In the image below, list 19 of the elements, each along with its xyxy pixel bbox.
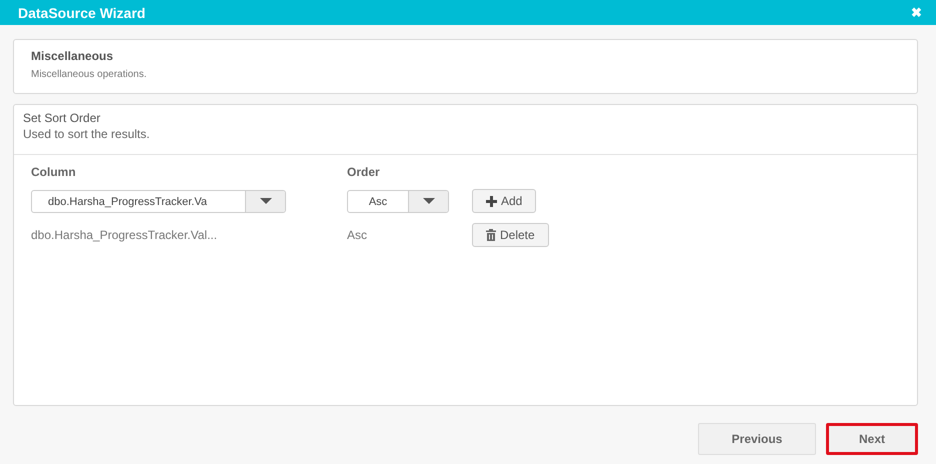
section-title: Miscellaneous bbox=[31, 49, 114, 63]
window-title: DataSource Wizard bbox=[18, 4, 146, 20]
add-button[interactable]: Add bbox=[472, 189, 536, 213]
footer-button[interactable]: Previous bbox=[698, 423, 816, 455]
caret-icon bbox=[260, 198, 272, 204]
section-description: Used to sort the results. bbox=[23, 127, 151, 141]
plus-icon bbox=[486, 196, 497, 206]
table-cell: dbo.Harsha_ProgressTracker.Val... bbox=[31, 228, 218, 242]
footer-button[interactable]: Next bbox=[826, 423, 918, 455]
column-dropdown[interactable]: dbo.Harsha_ProgressTracker.Va bbox=[31, 190, 286, 212]
section-title: Set Sort Order bbox=[23, 111, 102, 125]
column-header: Order bbox=[347, 165, 380, 179]
column-header: Column bbox=[31, 165, 76, 179]
order-dropdown[interactable]: Asc bbox=[347, 190, 449, 212]
trash-icon bbox=[486, 229, 496, 241]
caret-icon bbox=[422, 198, 434, 204]
section-description: Miscellaneous operations. bbox=[31, 69, 148, 80]
table-cell: Asc bbox=[347, 228, 368, 242]
delete-button[interactable]: Delete bbox=[472, 223, 549, 247]
